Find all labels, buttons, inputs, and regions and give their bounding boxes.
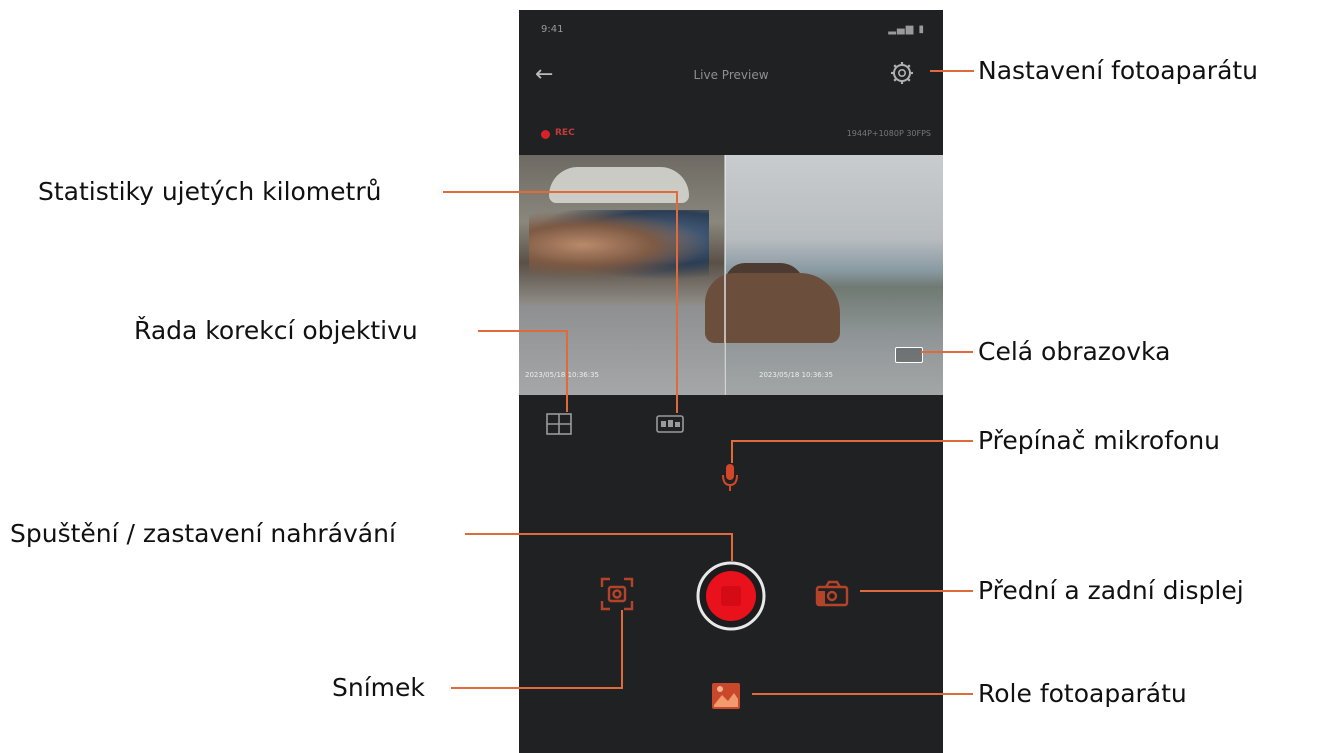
leader-lens-h (478, 330, 566, 332)
callout-snapshot: Snímek (332, 673, 425, 702)
page-title: Live Preview (693, 68, 769, 82)
gear-icon[interactable] (889, 60, 915, 86)
cabin-road (519, 305, 724, 395)
cabin-windshield (549, 167, 689, 203)
leader-snapshot-v (621, 610, 623, 689)
recording-status-row: REC 1944P+1080P 30FPS (519, 126, 943, 144)
callout-mileage-stats: Statistiky ujetých kilometrů (38, 177, 382, 206)
recording-label: REC (555, 128, 575, 138)
microphone-icon[interactable] (720, 462, 740, 494)
recording-dot-icon (541, 130, 550, 139)
right-timestamp: 2023/05/18 10:36:35 (759, 371, 834, 379)
callout-record-toggle: Spuštění / zastavení nahrávání (10, 519, 396, 548)
callout-fullscreen: Celá obrazovka (978, 337, 1171, 366)
leader-record-h (465, 533, 731, 535)
snapshot-icon[interactable] (600, 577, 634, 611)
leader-mic-h (731, 440, 973, 442)
leader-display (860, 590, 973, 592)
callout-front-rear-display: Přední a zadní displej (978, 576, 1244, 605)
callout-lens-correction: Řada korekcí objektivu (134, 316, 418, 345)
status-signal: ▂▄▆ ▮ (888, 24, 925, 35)
gallery-icon[interactable] (710, 681, 742, 711)
leader-fullscreen (921, 351, 973, 353)
fullscreen-icon[interactable] (895, 347, 923, 363)
leader-record-v (731, 533, 733, 561)
grid-icon[interactable] (545, 412, 573, 436)
leader-camera-roll (752, 693, 973, 695)
app-header: ← Live Preview (519, 60, 943, 94)
cabin-passengers (529, 210, 709, 280)
phone-screen: 9:41 ▂▄▆ ▮ ← Live Preview REC 1944P+1080… (519, 10, 943, 753)
leader-mileage-v (676, 191, 678, 413)
callout-camera-settings: Nastavení fotoaparátu (978, 56, 1259, 85)
status-bar: 9:41 ▂▄▆ ▮ (519, 10, 943, 50)
view-divider (724, 155, 726, 395)
leader-camera-settings (930, 70, 974, 72)
resolution-label: 1944P+1080P 30FPS (846, 129, 931, 138)
leader-snapshot-h (451, 687, 622, 689)
callout-camera-roll: Role fotoaparátu (978, 679, 1187, 708)
leader-mileage-h (443, 191, 676, 193)
status-time: 9:41 (541, 24, 564, 35)
record-icon[interactable] (696, 561, 766, 631)
leader-lens-v (566, 330, 568, 412)
mileage-icon[interactable] (655, 412, 685, 434)
leader-mic-v (731, 440, 733, 463)
camera-switch-icon[interactable] (813, 578, 853, 608)
callout-mic-toggle: Přepínač mikrofonu (978, 426, 1221, 455)
left-timestamp: 2023/05/18 10:36:35 (525, 371, 600, 379)
